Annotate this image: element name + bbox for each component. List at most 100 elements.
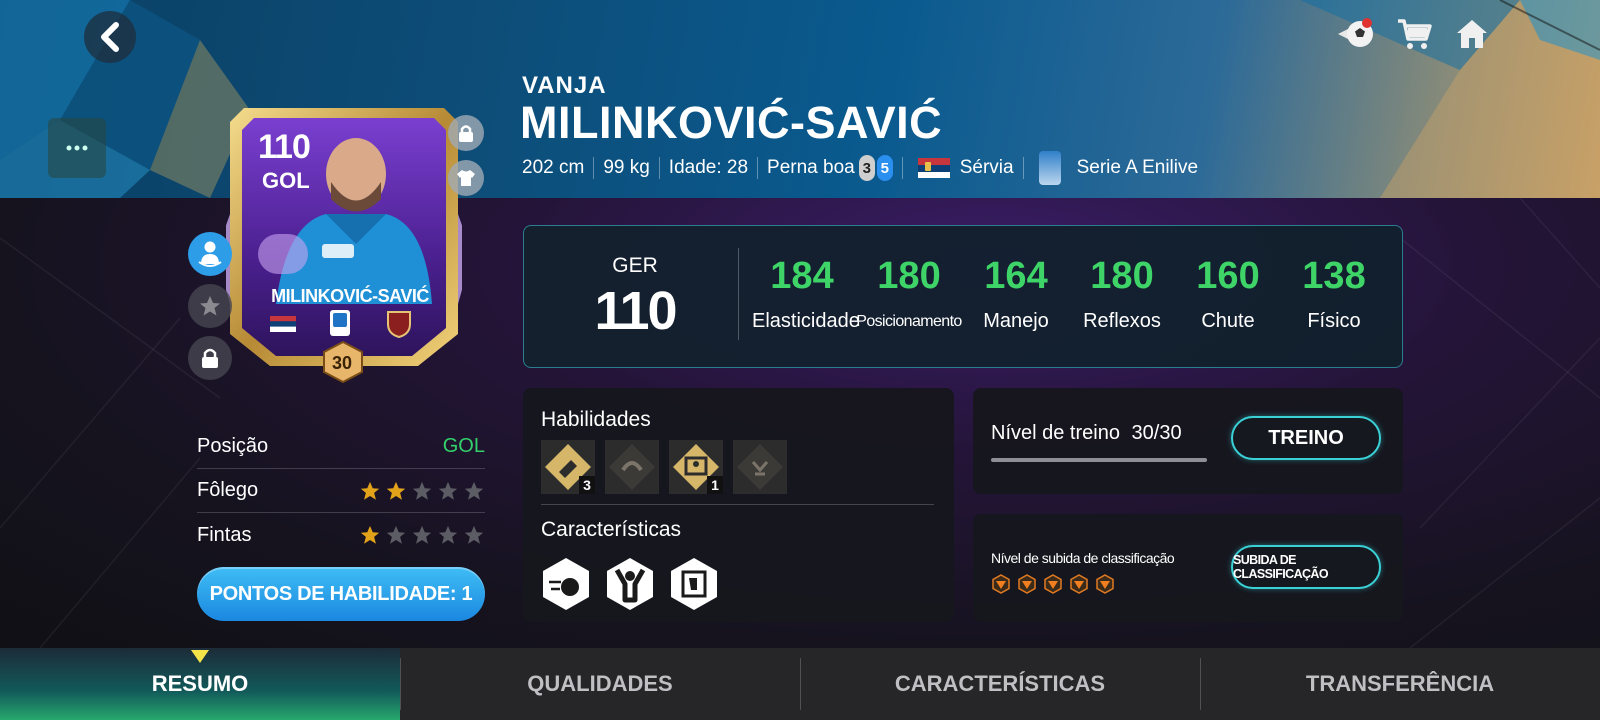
stat-value: 164 [984, 255, 1048, 297]
rank-up-button[interactable]: SUBIDA DE CLASSIFICAÇÃO [1231, 545, 1381, 589]
divider [593, 157, 595, 179]
ability-count: 3 [579, 476, 595, 494]
back-button[interactable] [84, 11, 136, 63]
stat-kicking: 160 Chute [1178, 254, 1278, 333]
card-lock-button[interactable] [448, 115, 484, 151]
lock-player-button[interactable] [188, 336, 232, 380]
overall-value: 110 [594, 281, 677, 341]
league-logo-icon [1038, 151, 1061, 185]
card-rating: 110 [258, 128, 311, 166]
tab-traits[interactable]: CARACTERÍSTICAS [800, 648, 1200, 720]
overall-label: GER [612, 254, 658, 277]
card-kit-button[interactable] [448, 160, 484, 196]
player-last-name: MILINKOVIĆ-SAVIĆ [520, 97, 943, 148]
star-empty-icon [464, 525, 484, 544]
star-empty-icon [412, 481, 432, 500]
stat-label: Chute [1201, 310, 1255, 332]
rank-pip-icon [1070, 574, 1088, 594]
stat-value: 160 [1196, 255, 1260, 297]
cart-icon [1398, 19, 1432, 49]
stat-label: Reflexos [1083, 310, 1161, 332]
training-label: Nível de treino [991, 422, 1120, 444]
training-panel: Nível de treino 30/30 TREINO [973, 388, 1403, 494]
card-nation-flag-icon [270, 316, 296, 332]
card-league-icon [330, 310, 350, 336]
skill-points-button[interactable]: PONTOS DE HABILIDADE: 1 [197, 567, 485, 621]
foot-left-badge: 3 [858, 155, 875, 181]
card-club-icon [387, 311, 411, 338]
player-league: Serie A Enilive [1076, 157, 1199, 178]
skill-moves-row: Fintas [197, 513, 485, 557]
divider [1022, 157, 1024, 179]
rank-pip-icon [992, 574, 1010, 594]
stamina-row: Fôlego [197, 469, 485, 513]
ellipsis-icon [66, 145, 88, 151]
tab-qualities[interactable]: QUALIDADES [400, 648, 800, 720]
abilities-row: 3 1 [541, 440, 787, 494]
player-weight: 99 kg [603, 157, 650, 178]
trait-command-icon[interactable] [605, 556, 655, 612]
person-icon [198, 241, 222, 267]
divider [541, 504, 934, 505]
training-button[interactable]: TREINO [1231, 416, 1381, 460]
active-tab-indicator-icon [191, 650, 209, 663]
player-first-name: VANJA [522, 72, 607, 99]
rank-pip-icon [1096, 574, 1114, 594]
stat-label: Físico [1307, 310, 1361, 332]
bottom-tab-bar: RESUMO QUALIDADES CARACTERÍSTICAS TRANSF… [0, 648, 1600, 720]
stat-diving: 184 Elasticidade [752, 254, 860, 333]
serbia-flag-icon [917, 158, 950, 178]
stat-label: Posicionamento [856, 313, 962, 330]
abilities-panel[interactable]: Habilidades 3 1 Características [523, 388, 954, 622]
traits-row [541, 556, 719, 612]
favorite-button[interactable] [188, 284, 232, 328]
star-filled-icon [360, 525, 380, 544]
star-empty-icon [438, 481, 458, 500]
training-label-row: Nível de treino 30/30 [991, 422, 1182, 445]
star-filled-icon [386, 481, 406, 500]
player-nation: Sérvia [959, 157, 1014, 178]
home-button[interactable] [1452, 14, 1492, 54]
strong-foot-label: Perna boa [767, 157, 855, 178]
stamina-stars [359, 480, 485, 502]
stat-value: 180 [877, 255, 941, 297]
player-age: Idade: 28 [668, 157, 749, 178]
store-button[interactable] [1394, 14, 1434, 54]
rank-pip-icon [1018, 574, 1036, 594]
card-training-level: 30 [331, 353, 353, 373]
player-attributes-list: Posição GOL Fôlego Fintas [197, 425, 485, 557]
stat-value: 138 [1302, 255, 1366, 297]
ability-glove-icon[interactable]: 3 [541, 440, 595, 494]
player-swap-button[interactable] [188, 232, 232, 276]
training-progress: 30/30 [1131, 422, 1182, 444]
ability-curve-icon[interactable] [605, 440, 659, 494]
skill-moves-stars [359, 524, 485, 546]
card-position: GOL [262, 168, 310, 193]
trait-long-throw-icon[interactable] [541, 556, 591, 612]
abilities-title: Habilidades [541, 408, 651, 431]
stamina-label: Fôlego [197, 479, 259, 501]
home-icon [1457, 20, 1487, 48]
traits-title: Características [541, 518, 682, 541]
stat-value: 180 [1090, 255, 1154, 297]
rank-up-label: Nível de subida de classificação [991, 550, 1175, 566]
ability-count: 1 [707, 476, 723, 494]
star-empty-icon [438, 525, 458, 544]
more-options-button[interactable] [48, 118, 106, 178]
stat-reflexes: 180 Reflexos [1072, 254, 1172, 333]
star-empty-icon [464, 481, 484, 500]
top-nav-icons [1336, 14, 1492, 54]
market-button[interactable] [1336, 14, 1376, 54]
ability-save-icon[interactable] [733, 440, 787, 494]
trait-rushes-out-icon[interactable] [669, 556, 719, 612]
position-value: GOL [442, 435, 485, 457]
star-empty-icon [412, 525, 432, 544]
player-info-row: 202 cm 99 kg Idade: 28 Perna boa 3 5 Sér… [522, 151, 1199, 185]
notification-dot [1362, 18, 1372, 28]
ability-goal-icon[interactable]: 1 [669, 440, 723, 494]
rank-up-panel: Nível de subida de classificação SUBIDA … [973, 514, 1403, 622]
star-filled-icon [360, 481, 380, 500]
tab-transfer[interactable]: TRANSFERÊNCIA [1200, 648, 1600, 720]
stat-positioning: 180 Posicionamento [854, 254, 964, 331]
star-icon [200, 296, 220, 316]
